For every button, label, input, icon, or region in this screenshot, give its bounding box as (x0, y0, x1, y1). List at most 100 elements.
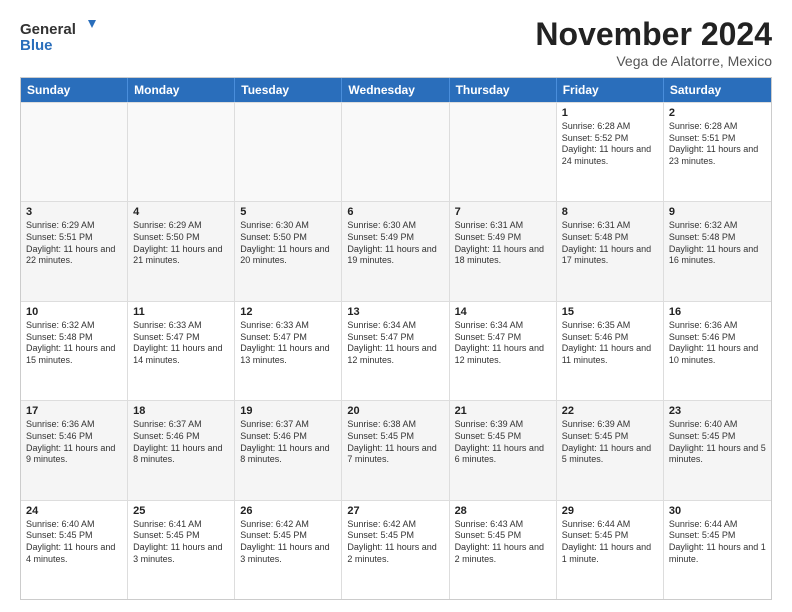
day-info: Sunrise: 6:38 AM Sunset: 5:45 PM Dayligh… (347, 419, 443, 466)
day-number: 4 (133, 206, 229, 218)
day-number: 27 (347, 505, 443, 517)
day-cell-13: 13 Sunrise: 6:34 AM Sunset: 5:47 PM Dayli… (342, 302, 449, 400)
day-number: 2 (669, 107, 766, 119)
day-cell-9: 9 Sunrise: 6:32 AM Sunset: 5:48 PM Daylig… (664, 202, 771, 300)
day-cell-7: 7Sunrise: 6:31 AM Sunset: 5:49 PM Daylig… (450, 202, 557, 300)
day-cell-2: 2 Sunrise: 6:28 AM Sunset: 5:51 PM Daylig… (664, 103, 771, 201)
day-cell-27: 27 Sunrise: 6:42 AM Sunset: 5:45 PM Dayli… (342, 501, 449, 599)
day-info: Sunrise: 6:42 AM Sunset: 5:45 PM Dayligh… (240, 519, 336, 566)
day-info: Sunrise: 6:28 AM Sunset: 5:51 PM Dayligh… (669, 121, 766, 168)
empty-cell (450, 103, 557, 201)
day-cell-22: 22Sunrise: 6:39 AM Sunset: 5:45 PM Dayli… (557, 401, 664, 499)
day-info: Sunrise: 6:44 AM Sunset: 5:45 PM Dayligh… (562, 519, 658, 566)
calendar-row-1: 3Sunrise: 6:29 AM Sunset: 5:51 PM Daylig… (21, 201, 771, 300)
day-number: 14 (455, 306, 551, 318)
day-number: 20 (347, 405, 443, 417)
day-number: 25 (133, 505, 229, 517)
day-cell-3: 3Sunrise: 6:29 AM Sunset: 5:51 PM Daylig… (21, 202, 128, 300)
day-cell-4: 4 Sunrise: 6:29 AM Sunset: 5:50 PM Daylig… (128, 202, 235, 300)
day-cell-17: 17 Sunrise: 6:36 AM Sunset: 5:46 PM Dayli… (21, 401, 128, 499)
day-cell-24: 24 Sunrise: 6:40 AM Sunset: 5:45 PM Dayli… (21, 501, 128, 599)
day-number: 7 (455, 206, 551, 218)
day-cell-19: 19 Sunrise: 6:37 AM Sunset: 5:46 PM Dayli… (235, 401, 342, 499)
day-cell-5: 5 Sunrise: 6:30 AM Sunset: 5:50 PM Daylig… (235, 202, 342, 300)
day-number: 9 (669, 206, 766, 218)
day-info: Sunrise: 6:37 AM Sunset: 5:46 PM Dayligh… (240, 419, 336, 466)
day-cell-23: 23Sunrise: 6:40 AM Sunset: 5:45 PM Dayli… (664, 401, 771, 499)
day-cell-18: 18 Sunrise: 6:37 AM Sunset: 5:46 PM Dayli… (128, 401, 235, 499)
day-number: 11 (133, 306, 229, 318)
day-cell-16: 16 Sunrise: 6:36 AM Sunset: 5:46 PM Dayli… (664, 302, 771, 400)
day-cell-11: 11 Sunrise: 6:33 AM Sunset: 5:47 PM Dayli… (128, 302, 235, 400)
svg-text:General: General (20, 21, 76, 38)
day-info: Sunrise: 6:36 AM Sunset: 5:46 PM Dayligh… (26, 419, 122, 466)
day-number: 3 (26, 206, 122, 218)
page: General Blue November 2024 Vega de Alato… (0, 0, 792, 612)
day-number: 24 (26, 505, 122, 517)
title-block: November 2024 Vega de Alatorre, Mexico (535, 16, 772, 69)
day-info: Sunrise: 6:33 AM Sunset: 5:47 PM Dayligh… (133, 320, 229, 367)
calendar-body: 1Sunrise: 6:28 AM Sunset: 5:52 PM Daylig… (21, 102, 771, 599)
day-cell-21: 21Sunrise: 6:39 AM Sunset: 5:45 PM Dayli… (450, 401, 557, 499)
calendar-row-3: 17 Sunrise: 6:36 AM Sunset: 5:46 PM Dayli… (21, 400, 771, 499)
day-cell-8: 8Sunrise: 6:31 AM Sunset: 5:48 PM Daylig… (557, 202, 664, 300)
empty-cell (342, 103, 449, 201)
day-cell-10: 10Sunrise: 6:32 AM Sunset: 5:48 PM Dayli… (21, 302, 128, 400)
day-number: 26 (240, 505, 336, 517)
day-number: 12 (240, 306, 336, 318)
header: General Blue November 2024 Vega de Alato… (20, 16, 772, 69)
day-info: Sunrise: 6:40 AM Sunset: 5:45 PM Dayligh… (26, 519, 122, 566)
day-info: Sunrise: 6:34 AM Sunset: 5:47 PM Dayligh… (347, 320, 443, 367)
day-cell-28: 28Sunrise: 6:43 AM Sunset: 5:45 PM Dayli… (450, 501, 557, 599)
day-cell-29: 29 Sunrise: 6:44 AM Sunset: 5:45 PM Dayli… (557, 501, 664, 599)
calendar-row-4: 24 Sunrise: 6:40 AM Sunset: 5:45 PM Dayli… (21, 500, 771, 599)
day-info: Sunrise: 6:29 AM Sunset: 5:50 PM Dayligh… (133, 220, 229, 267)
day-number: 18 (133, 405, 229, 417)
day-info: Sunrise: 6:30 AM Sunset: 5:49 PM Dayligh… (347, 220, 443, 267)
day-number: 17 (26, 405, 122, 417)
day-cell-20: 20 Sunrise: 6:38 AM Sunset: 5:45 PM Dayli… (342, 401, 449, 499)
header-day-thursday: Thursday (450, 78, 557, 102)
page-title: November 2024 (535, 16, 772, 53)
calendar-row-2: 10Sunrise: 6:32 AM Sunset: 5:48 PM Dayli… (21, 301, 771, 400)
day-info: Sunrise: 6:39 AM Sunset: 5:45 PM Dayligh… (455, 419, 551, 466)
header-day-wednesday: Wednesday (342, 78, 449, 102)
day-cell-25: 25 Sunrise: 6:41 AM Sunset: 5:45 PM Dayli… (128, 501, 235, 599)
day-info: Sunrise: 6:32 AM Sunset: 5:48 PM Dayligh… (26, 320, 122, 367)
day-info: Sunrise: 6:40 AM Sunset: 5:45 PM Dayligh… (669, 419, 766, 466)
day-info: Sunrise: 6:35 AM Sunset: 5:46 PM Dayligh… (562, 320, 658, 367)
day-cell-14: 14 Sunrise: 6:34 AM Sunset: 5:47 PM Dayli… (450, 302, 557, 400)
day-info: Sunrise: 6:42 AM Sunset: 5:45 PM Dayligh… (347, 519, 443, 566)
day-info: Sunrise: 6:32 AM Sunset: 5:48 PM Dayligh… (669, 220, 766, 267)
day-info: Sunrise: 6:31 AM Sunset: 5:48 PM Dayligh… (562, 220, 658, 267)
day-cell-1: 1Sunrise: 6:28 AM Sunset: 5:52 PM Daylig… (557, 103, 664, 201)
svg-text:Blue: Blue (20, 37, 53, 54)
day-info: Sunrise: 6:41 AM Sunset: 5:45 PM Dayligh… (133, 519, 229, 566)
day-number: 1 (562, 107, 658, 119)
day-number: 28 (455, 505, 551, 517)
empty-cell (235, 103, 342, 201)
day-number: 5 (240, 206, 336, 218)
day-number: 30 (669, 505, 766, 517)
header-day-tuesday: Tuesday (235, 78, 342, 102)
day-number: 6 (347, 206, 443, 218)
header-day-saturday: Saturday (664, 78, 771, 102)
logo-svg: General Blue (20, 16, 100, 60)
day-info: Sunrise: 6:30 AM Sunset: 5:50 PM Dayligh… (240, 220, 336, 267)
day-number: 29 (562, 505, 658, 517)
header-day-monday: Monday (128, 78, 235, 102)
empty-cell (21, 103, 128, 201)
day-info: Sunrise: 6:44 AM Sunset: 5:45 PM Dayligh… (669, 519, 766, 566)
day-info: Sunrise: 6:34 AM Sunset: 5:47 PM Dayligh… (455, 320, 551, 367)
day-info: Sunrise: 6:37 AM Sunset: 5:46 PM Dayligh… (133, 419, 229, 466)
day-number: 16 (669, 306, 766, 318)
day-cell-30: 30 Sunrise: 6:44 AM Sunset: 5:45 PM Dayli… (664, 501, 771, 599)
calendar-row-0: 1Sunrise: 6:28 AM Sunset: 5:52 PM Daylig… (21, 102, 771, 201)
day-info: Sunrise: 6:39 AM Sunset: 5:45 PM Dayligh… (562, 419, 658, 466)
day-cell-26: 26 Sunrise: 6:42 AM Sunset: 5:45 PM Dayli… (235, 501, 342, 599)
day-cell-12: 12Sunrise: 6:33 AM Sunset: 5:47 PM Dayli… (235, 302, 342, 400)
day-number: 19 (240, 405, 336, 417)
day-info: Sunrise: 6:36 AM Sunset: 5:46 PM Dayligh… (669, 320, 766, 367)
day-number: 13 (347, 306, 443, 318)
empty-cell (128, 103, 235, 201)
